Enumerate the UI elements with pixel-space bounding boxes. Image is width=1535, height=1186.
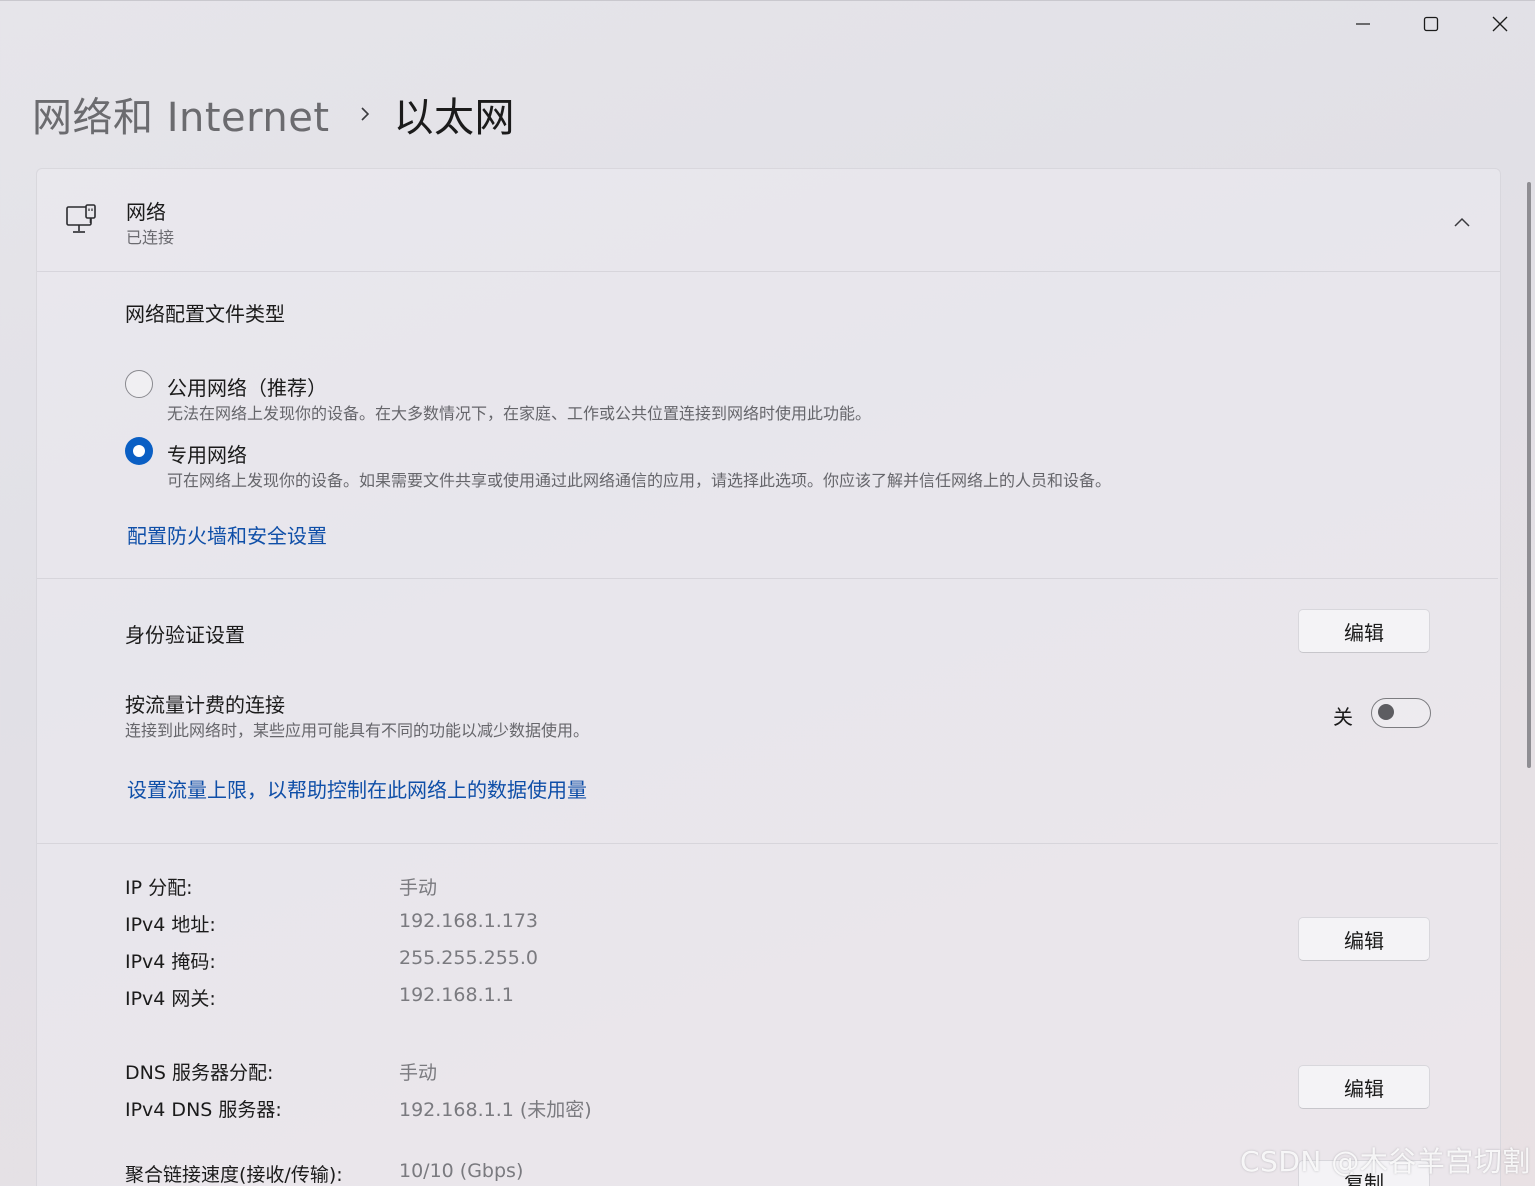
metered-connection-description: 连接到此网络时，某些应用可能具有不同的功能以减少数据使用。	[125, 721, 590, 740]
network-name: 网络	[126, 200, 166, 224]
ipv4-mask-key: IPv4 掩码:	[125, 951, 216, 973]
firewall-settings-link[interactable]: 配置防火墙和安全设置	[127, 520, 327, 549]
collapse-button[interactable]	[1447, 207, 1477, 237]
close-icon	[1492, 16, 1508, 32]
network-status: 已连接	[126, 228, 175, 247]
ethernet-monitor-icon	[66, 204, 96, 233]
scrollbar-thumb[interactable]	[1527, 182, 1531, 768]
chevron-right-icon	[358, 104, 372, 124]
breadcrumb-parent[interactable]: 网络和 Internet	[32, 85, 330, 143]
page-title: 以太网	[393, 95, 516, 141]
profile-type-heading: 网络配置文件类型	[125, 302, 285, 326]
public-network-radio[interactable]	[125, 370, 153, 398]
breadcrumb: 网络和 Internet 以太网	[32, 84, 515, 144]
window-top-border	[0, 0, 1535, 1]
ip-assignment-value: 手动	[399, 877, 438, 899]
link-speed-key: 聚合链接速度(接收/传输):	[125, 1164, 343, 1186]
network-card-header[interactable]: 网络 已连接	[37, 169, 1500, 272]
close-button[interactable]	[1470, 4, 1530, 44]
ipv4-dns-key: IPv4 DNS 服务器:	[125, 1099, 282, 1121]
public-network-description: 无法在网络上发现你的设备。在大多数情况下，在家庭、工作或公共位置连接到网络时使用…	[167, 404, 872, 423]
maximize-button[interactable]	[1401, 4, 1461, 44]
ipv4-address-key: IPv4 地址:	[125, 914, 216, 936]
ipv4-gateway-value: 192.168.1.1	[399, 984, 514, 1006]
maximize-icon	[1423, 16, 1439, 32]
metered-toggle-state: 关	[1333, 705, 1353, 729]
watermark: CSDN @木谷羊宫切割	[1240, 1145, 1531, 1178]
data-limit-link[interactable]: 设置流量上限，以帮助控制在此网络上的数据使用量	[127, 774, 587, 803]
auth-edit-button[interactable]: 编辑	[1298, 609, 1430, 653]
dns-assignment-key: DNS 服务器分配:	[125, 1062, 274, 1084]
private-network-description: 可在网络上发现你的设备。如果需要文件共享或使用通过此网络通信的应用，请选择此选项…	[167, 471, 1112, 490]
metered-connection-label: 按流量计费的连接	[125, 693, 285, 717]
auth-settings-label: 身份验证设置	[125, 623, 245, 647]
public-network-label: 公用网络（推荐）	[167, 376, 327, 400]
metered-toggle[interactable]	[1371, 698, 1431, 728]
section-divider	[37, 843, 1498, 844]
private-network-label: 专用网络	[167, 443, 247, 467]
ip-edit-button[interactable]: 编辑	[1298, 917, 1430, 961]
ipv4-gateway-key: IPv4 网关:	[125, 988, 216, 1010]
ipv4-address-value: 192.168.1.173	[399, 910, 539, 932]
section-divider	[37, 578, 1498, 579]
ipv4-dns-value: 192.168.1.1 (未加密)	[399, 1099, 592, 1121]
dns-assignment-value: 手动	[399, 1062, 438, 1084]
ipv4-mask-value: 255.255.255.0	[399, 947, 539, 969]
chevron-up-icon	[1454, 217, 1470, 227]
dns-edit-button[interactable]: 编辑	[1298, 1065, 1430, 1109]
minimize-button[interactable]	[1333, 4, 1393, 44]
private-network-radio[interactable]	[125, 437, 153, 465]
minimize-icon	[1356, 23, 1370, 25]
link-speed-value: 10/10 (Gbps)	[399, 1160, 524, 1182]
ip-assignment-key: IP 分配:	[125, 877, 193, 899]
